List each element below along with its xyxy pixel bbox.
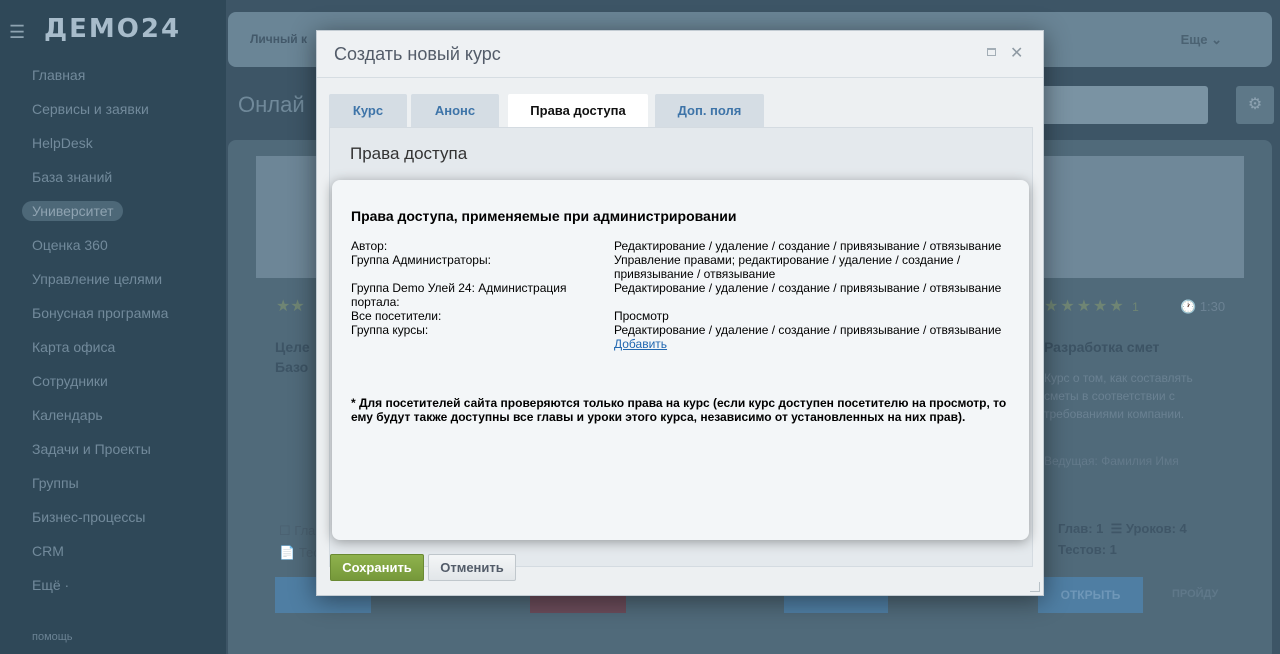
course-meta: Глав: 1 ☰ Уроков: 4 Тестов: 1 [1058, 521, 1187, 557]
sidebar-item-groups[interactable]: Группы [32, 474, 168, 508]
rights-access: Редактирование / удаление / создание / п… [614, 323, 1002, 337]
access-rights-popup: Права доступа, применяемые при администр… [332, 180, 1029, 540]
sidebar-item-university[interactable]: Университет [22, 201, 168, 236]
sidebar-item-office-map[interactable]: Карта офиса [32, 338, 168, 372]
rating-stars: ★★★★★ 1 [1044, 298, 1141, 315]
topbar-link[interactable]: Личный к [250, 32, 307, 46]
course-description: Курс о том, как составлять сметы в соотв… [1044, 371, 1193, 421]
sidebar-item-more[interactable]: Ещё · [32, 576, 168, 610]
cancel-button[interactable]: Отменить [428, 554, 516, 581]
sidebar-item-tasks[interactable]: Задачи и Проекты [32, 440, 168, 474]
open-course-button[interactable]: ОТКРЫТЬ [1038, 577, 1143, 613]
rights-subject: Группа Администраторы: [351, 253, 491, 267]
more-dropdown[interactable]: Еще ⌄ [1181, 32, 1222, 48]
add-rights-link[interactable]: Добавить [614, 337, 1011, 351]
save-button[interactable]: Сохранить [330, 554, 424, 581]
sidebar-item-goals[interactable]: Управление целями [32, 270, 168, 304]
rights-access: Редактирование / удаление / создание / п… [614, 239, 1002, 253]
sidebar-item-knowledge-base[interactable]: База знаний [32, 168, 168, 202]
rights-row: Группа курсы: Редактирование / удаление … [351, 323, 1011, 337]
tab-access-rights[interactable]: Права доступа [508, 94, 648, 127]
gear-icon[interactable]: ⚙ [1236, 86, 1274, 124]
sidebar-item-review-360[interactable]: Оценка 360 [32, 236, 168, 270]
rights-row: Группа Администраторы: Управление правам… [351, 253, 1011, 281]
course-title[interactable]: Разработка смет [1044, 339, 1159, 355]
sidebar-item-helpdesk[interactable]: HelpDesk [32, 134, 168, 168]
rights-note: * Для посетителей сайта проверяются толь… [351, 396, 1007, 424]
course-meta: ☐ Гла 📄 Тес [279, 523, 320, 560]
sidebar-item-crm[interactable]: CRM [32, 542, 168, 576]
page-title: Онлай [238, 92, 305, 117]
rights-table: Автор: Редактирование / удаление / созда… [351, 239, 1011, 351]
rights-access: Управление правами; редактирование / уда… [614, 253, 961, 281]
logo[interactable]: ДЕМО24 [44, 14, 181, 44]
close-icon[interactable]: ✕ [1010, 43, 1023, 63]
rights-row: Группа Demo Улей 24: Администрация порта… [351, 281, 1011, 309]
rights-subject: Группа курсы: [351, 323, 429, 337]
search-input[interactable] [1040, 86, 1208, 124]
tab-announce[interactable]: Анонс [411, 94, 499, 127]
rights-row: Автор: Редактирование / удаление / созда… [351, 239, 1011, 253]
tab-extra-fields[interactable]: Доп. поля [655, 94, 764, 127]
tab-course[interactable]: Курс [329, 94, 407, 127]
popup-title: Права доступа, применяемые при администр… [351, 208, 737, 224]
rating-stars: ★★ [276, 298, 305, 315]
sidebar-nav: Главная Сервисы и заявки HelpDesk База з… [22, 66, 168, 610]
pass-course-button[interactable]: ПРОЙДУ [1172, 588, 1218, 600]
sidebar: ☰ ДЕМО24 Главная Сервисы и заявки HelpDe… [0, 0, 226, 654]
sidebar-item-home[interactable]: Главная [32, 66, 168, 100]
sidebar-item-services[interactable]: Сервисы и заявки [32, 100, 168, 134]
sidebar-item-calendar[interactable]: Календарь [32, 406, 168, 440]
sidebar-item-bonus[interactable]: Бонусная программа [32, 304, 168, 338]
menu-icon[interactable]: ☰ [9, 22, 25, 43]
help-link[interactable]: помощь [32, 631, 73, 643]
dialog-header: Создать новый курс ✕ [317, 31, 1043, 78]
sidebar-item-bp[interactable]: Бизнес-процессы [32, 508, 168, 542]
panel-heading: Права доступа [350, 144, 468, 163]
duration-badge: 🕐 1:30 [1180, 299, 1226, 314]
rights-subject: Все посетители: [351, 309, 442, 323]
rights-access: Редактирование / удаление / создание / п… [614, 281, 1002, 295]
resize-handle[interactable] [1030, 582, 1040, 592]
course-title[interactable]: Целе Базо [275, 337, 310, 377]
rights-subject: Автор: [351, 239, 388, 253]
course-image [256, 156, 316, 278]
rights-subject: Группа Demo Улей 24: Администрация порта… [351, 281, 567, 309]
dialog-title: Создать новый курс [334, 44, 501, 64]
course-image [1044, 156, 1244, 278]
maximize-icon[interactable] [987, 48, 996, 56]
rights-access: Просмотр [614, 309, 669, 323]
course-author: Ведущая: Фамилия Имя [1044, 454, 1179, 468]
rights-row: Все посетители: Просмотр [351, 309, 1011, 323]
sidebar-item-employees[interactable]: Сотрудники [32, 372, 168, 406]
